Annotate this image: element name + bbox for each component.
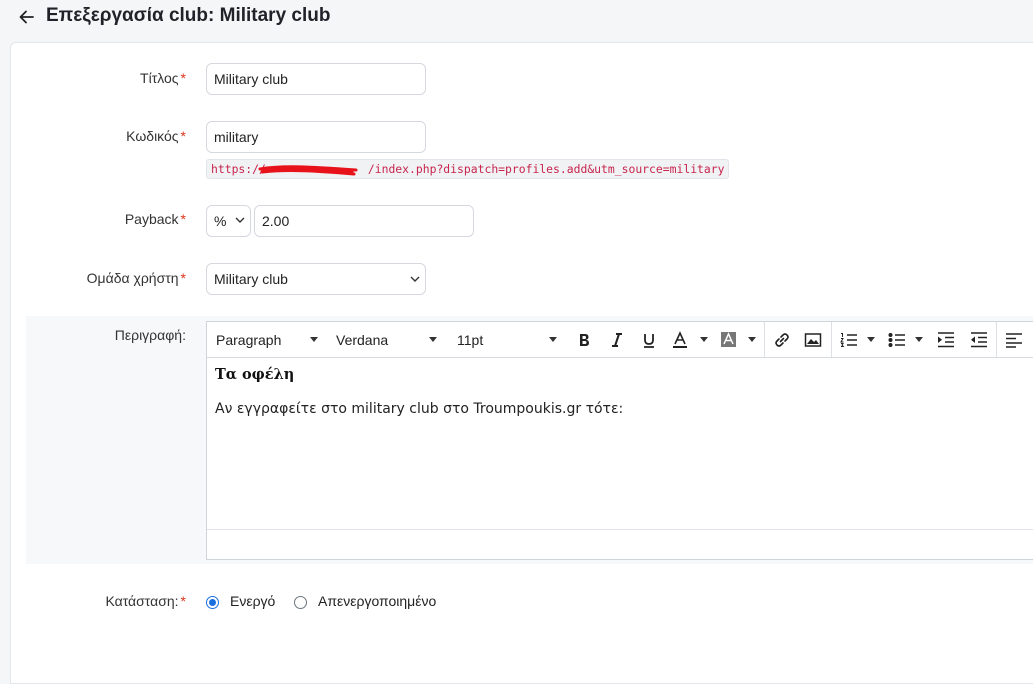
status-label: Κατάσταση: * (105, 593, 186, 609)
status-inactive-radio[interactable] (294, 596, 307, 609)
align-left-icon[interactable] (1004, 331, 1024, 349)
user-group-label: Ομάδα χρήστη * (86, 270, 186, 286)
chevron-down-icon (410, 276, 420, 282)
signup-url: https:///index.php?dispatch=profiles.add… (206, 159, 730, 179)
caret-down-icon (867, 337, 875, 342)
font-size-dropdown[interactable]: 11pt (457, 322, 483, 357)
status-active-label[interactable]: Ενεργό (230, 593, 275, 609)
payback-label: Payback * (124, 211, 186, 227)
background-color-icon[interactable] (720, 331, 740, 349)
italic-icon[interactable] (608, 331, 626, 349)
caret-down-icon (549, 337, 557, 342)
link-icon[interactable] (773, 331, 791, 349)
bullet-list-icon[interactable] (887, 331, 907, 349)
arrow-left-icon[interactable] (16, 6, 38, 28)
description-label: Περιγραφή: (114, 327, 186, 343)
caret-down-icon (915, 337, 923, 342)
text-color-icon[interactable] (671, 331, 691, 349)
caret-down-icon (700, 337, 708, 342)
payback-value-input[interactable]: 2.00 (254, 205, 474, 237)
bold-icon[interactable] (575, 331, 593, 349)
caret-down-icon (429, 337, 437, 342)
content-heading: Τα οφέλη (215, 366, 295, 383)
ordered-list-icon[interactable] (839, 331, 859, 349)
user-group-select[interactable]: Military club (206, 263, 426, 295)
content-paragraph: Αν εγγραφείτε στο military club στο Trou… (215, 401, 624, 417)
title-input[interactable]: Military club (206, 63, 426, 95)
rich-text-editor[interactable]: Paragraph Verdana 11pt Τα οφέλη Αν εγγρα… (206, 321, 1033, 560)
editor-toolbar: Paragraph Verdana 11pt (207, 322, 1033, 358)
image-icon[interactable] (804, 331, 822, 349)
underline-icon[interactable] (640, 331, 658, 349)
status-active-radio[interactable] (206, 596, 219, 609)
title-label: Τίτλος * (140, 70, 186, 86)
indent-icon[interactable] (936, 331, 956, 349)
code-label: Κωδικός * (126, 128, 186, 144)
code-input[interactable]: military (206, 121, 426, 153)
status-inactive-label[interactable]: Απενεργοποιημένο (318, 593, 436, 609)
chevron-down-icon (235, 217, 245, 223)
block-format-dropdown[interactable]: Paragraph (216, 322, 281, 357)
editor-content[interactable]: Τα οφέλη Αν εγγραφείτε στο military club… (215, 366, 1015, 417)
page-header: Επεξεργασία club: Military club (0, 0, 1033, 36)
editor-statusbar (207, 529, 1033, 530)
page-title: Επεξεργασία club: Military club (46, 5, 331, 26)
font-family-dropdown[interactable]: Verdana (336, 322, 388, 357)
caret-down-icon (310, 337, 318, 342)
caret-down-icon (748, 337, 756, 342)
outdent-icon[interactable] (969, 331, 989, 349)
